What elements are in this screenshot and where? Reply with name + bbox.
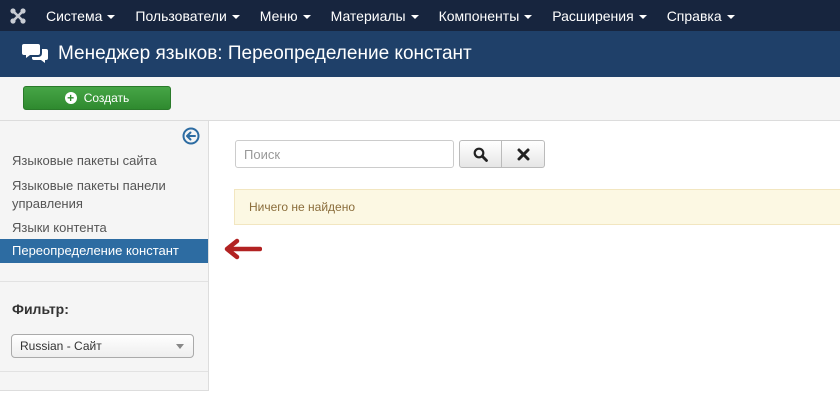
page-title: Менеджер языков: Переопределение констан… <box>58 43 472 64</box>
filter-select[interactable]: Russian - Сайт <box>11 334 194 358</box>
clear-search-button[interactable] <box>502 140 545 168</box>
menu-components[interactable]: Компоненты <box>429 0 543 31</box>
menu-menus[interactable]: Меню <box>250 0 321 31</box>
caret-down-icon <box>107 14 116 19</box>
menu-help[interactable]: Справка <box>657 0 745 31</box>
menu-content[interactable]: Материалы <box>321 0 429 31</box>
search-icon <box>473 147 488 162</box>
caret-down-icon <box>726 14 735 19</box>
top-navbar: Система Пользователи Меню Материалы Комп… <box>0 0 840 31</box>
menu-users[interactable]: Пользователи <box>125 0 249 31</box>
close-icon <box>517 148 529 160</box>
left-arrow-annotation-icon <box>224 238 262 260</box>
sidebar-item-content-languages[interactable]: Языки контента <box>0 219 208 237</box>
dropdown-arrow-icon <box>176 344 184 349</box>
comments-icon <box>22 44 48 63</box>
collapse-sidebar-icon[interactable] <box>182 127 200 145</box>
caret-down-icon <box>302 14 311 19</box>
joomla-logo-icon[interactable] <box>0 0 36 31</box>
no-results-alert: Ничего не найдено <box>234 189 840 225</box>
plus-circle-icon: + <box>64 92 77 104</box>
sidebar-divider <box>0 281 208 282</box>
menu-extensions[interactable]: Расширения <box>542 0 656 31</box>
caret-down-icon <box>524 14 533 19</box>
toolbar: + Создать <box>0 77 840 121</box>
filter-label: Фильтр: <box>12 301 69 317</box>
page-header: Менеджер языков: Переопределение констан… <box>0 31 840 77</box>
menu-system[interactable]: Система <box>36 0 125 31</box>
caret-down-icon <box>410 14 419 19</box>
sidebar: Языковые пакеты сайта Языковые пакеты па… <box>0 121 209 391</box>
caret-down-icon <box>638 14 647 19</box>
sidebar-item-overrides[interactable]: Переопределение констант <box>0 239 208 263</box>
search-input[interactable] <box>235 140 454 168</box>
caret-down-icon <box>231 14 240 19</box>
sidebar-item-admin-languages[interactable]: Языковые пакеты панели управления <box>0 177 208 213</box>
create-button[interactable]: + Создать <box>23 86 171 110</box>
sidebar-item-site-languages[interactable]: Языковые пакеты сайта <box>0 152 208 170</box>
sidebar-divider <box>0 371 208 372</box>
search-button[interactable] <box>459 140 502 168</box>
